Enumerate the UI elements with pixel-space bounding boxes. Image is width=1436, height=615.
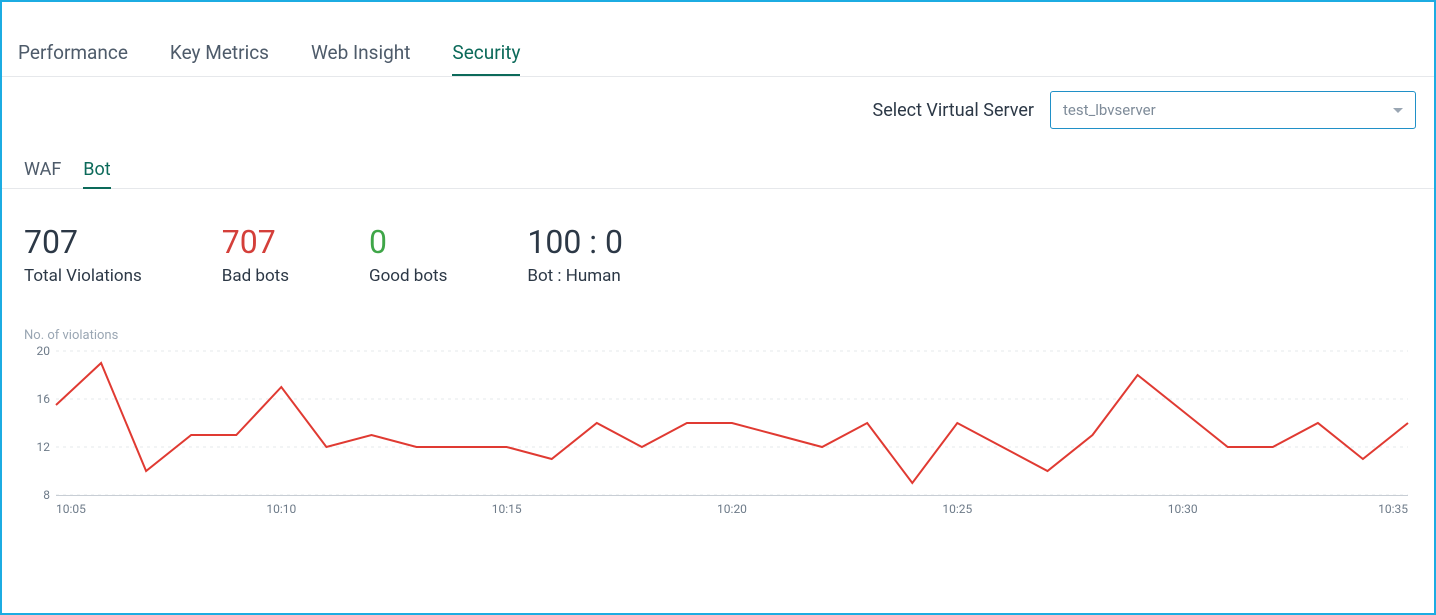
stat-value: 707 — [222, 225, 289, 260]
tab-key-metrics[interactable]: Key Metrics — [170, 41, 269, 76]
svg-text:10:25: 10:25 — [942, 502, 972, 516]
stat-label: Total Violations — [24, 266, 142, 286]
chart-canvas: 8 12 16 20 10:05 10:10 10:15 10:20 10:25 10:30 10:… — [24, 345, 1412, 523]
stat-label: Bad bots — [222, 266, 289, 286]
stat-total-violations: 707 Total Violations — [24, 225, 142, 286]
stat-value: 707 — [24, 225, 142, 260]
svg-text:10:30: 10:30 — [1168, 502, 1198, 516]
svg-text:20: 20 — [37, 345, 51, 358]
stat-label: Bot : Human — [527, 266, 623, 286]
server-select-row: Select Virtual Server test_lbvserver — [2, 77, 1434, 129]
svg-text:16: 16 — [37, 392, 51, 406]
server-select-label: Select Virtual Server — [873, 100, 1035, 121]
chevron-down-icon — [1393, 108, 1403, 113]
subtab-waf[interactable]: WAF — [24, 159, 61, 188]
stat-bad-bots: 707 Bad bots — [222, 225, 289, 286]
app-root: Performance Key Metrics Web Insight Secu… — [0, 0, 1436, 615]
chart-title: No. of violations — [24, 328, 1412, 343]
svg-text:10:10: 10:10 — [266, 502, 296, 516]
top-nav-tabs: Performance Key Metrics Web Insight Secu… — [2, 2, 1434, 77]
sub-nav-tabs: WAF Bot — [2, 129, 1434, 189]
subtab-bot[interactable]: Bot — [83, 159, 110, 188]
svg-text:10:35: 10:35 — [1378, 502, 1408, 516]
stat-good-bots: 0 Good bots — [369, 225, 447, 286]
svg-text:8: 8 — [43, 488, 50, 502]
tab-security[interactable]: Security — [452, 41, 520, 76]
stat-value: 0 — [369, 225, 447, 260]
tab-performance[interactable]: Performance — [18, 41, 128, 76]
svg-text:10:15: 10:15 — [492, 502, 522, 516]
violations-chart: No. of violations 8 12 16 20 10:05 10:10 10:15… — [24, 328, 1412, 528]
stats-row: 707 Total Violations 707 Bad bots 0 Good… — [2, 189, 1434, 286]
svg-text:10:05: 10:05 — [56, 502, 86, 516]
svg-text:10:20: 10:20 — [717, 502, 747, 516]
tab-web-insight[interactable]: Web Insight — [311, 41, 410, 76]
stat-bot-human: 100 : 0 Bot : Human — [527, 225, 623, 286]
server-select-value: test_lbvserver — [1063, 101, 1156, 119]
svg-text:12: 12 — [37, 440, 51, 454]
stat-value: 100 : 0 — [527, 225, 623, 260]
server-select-dropdown[interactable]: test_lbvserver — [1050, 91, 1416, 129]
stat-label: Good bots — [369, 266, 447, 286]
